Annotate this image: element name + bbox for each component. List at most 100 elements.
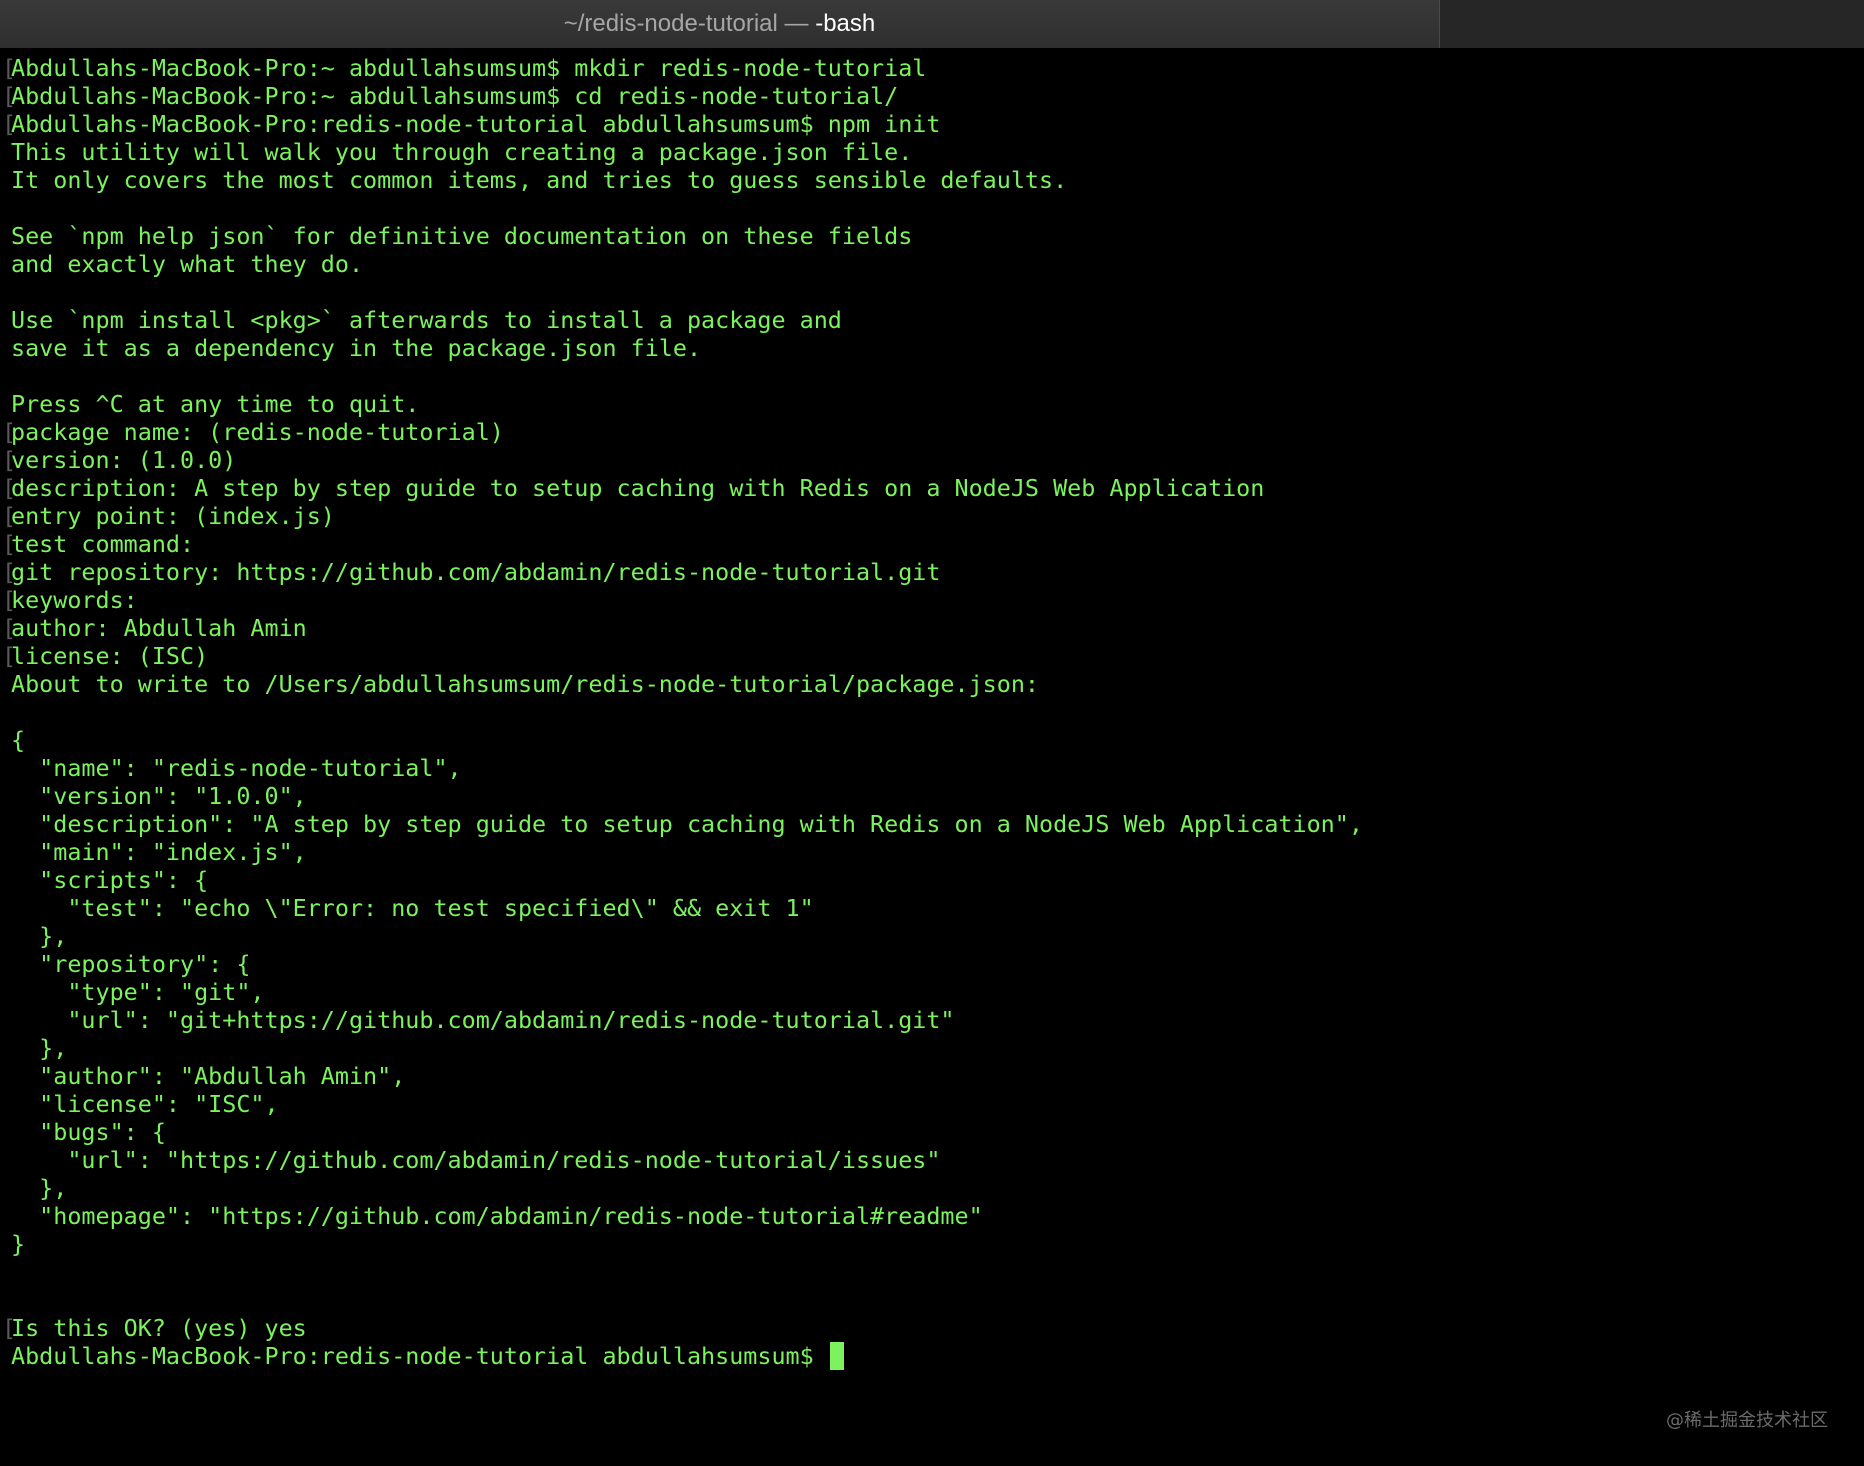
terminal-line: entry point: (index.js) (2, 502, 1862, 530)
line-mark (2, 614, 11, 642)
line-mark (2, 110, 11, 138)
terminal-line: "license": "ISC", (2, 1090, 1862, 1118)
line-text: This utility will walk you through creat… (11, 138, 913, 166)
terminal-line: "type": "git", (2, 978, 1862, 1006)
line-text: "bugs": { (11, 1118, 166, 1146)
line-text: "test": "echo \"Error: no test specified… (11, 894, 814, 922)
terminal-line: git repository: https://github.com/abdam… (2, 558, 1862, 586)
title-bar: ~/redis-node-tutorial — -bash (0, 0, 1864, 48)
line-text: test command: (11, 530, 195, 558)
text-cursor (829, 1342, 844, 1370)
line-text: "author": "Abdullah Amin", (11, 1062, 406, 1090)
terminal-line: "main": "index.js", (2, 838, 1862, 866)
terminal-line: }, (2, 1034, 1862, 1062)
line-mark (2, 82, 11, 110)
line-text: "url": "https://github.com/abdamin/redis… (11, 1146, 941, 1174)
line-mark (2, 54, 11, 82)
line-text: It only covers the most common items, an… (11, 166, 1068, 194)
terminal-window: ~/redis-node-tutorial — -bash Abdullahs-… (0, 0, 1864, 1466)
line-text: "homepage": "https://github.com/abdamin/… (11, 1202, 983, 1230)
line-text: "description": "A step by step guide to … (11, 810, 1363, 838)
line-mark (2, 586, 11, 614)
terminal-line: license: (ISC) (2, 642, 1862, 670)
line-text: Use `npm install <pkg>` afterwards to in… (11, 306, 842, 334)
terminal-line: "repository": { (2, 950, 1862, 978)
line-text: package name: (redis-node-tutorial) (11, 418, 504, 446)
terminal-line: "name": "redis-node-tutorial", (2, 754, 1862, 782)
window-title-separator: — (777, 10, 816, 37)
line-text: }, (11, 1174, 68, 1202)
terminal-line: Abdullahs-MacBook-Pro:~ abdullahsumsum$ … (2, 54, 1862, 82)
line-mark (2, 558, 11, 586)
terminal-line: } (2, 1230, 1862, 1258)
terminal-line: "scripts": { (2, 866, 1862, 894)
terminal-line: and exactly what they do. (2, 250, 1862, 278)
line-text: "name": "redis-node-tutorial", (11, 754, 462, 782)
line-text: version: (1.0.0) (11, 446, 237, 474)
prompt-line: Abdullahs-MacBook-Pro:redis-node-tutoria… (2, 1342, 1862, 1370)
line-mark (2, 530, 11, 558)
tab-bash[interactable]: ~/redis-node-tutorial — -bash (0, 0, 1440, 48)
line-text: "main": "index.js", (11, 838, 307, 866)
line-mark (2, 474, 11, 502)
terminal-line: "url": "https://github.com/abdamin/redis… (2, 1146, 1862, 1174)
tab-bar-empty-area[interactable] (1440, 0, 1864, 48)
terminal-line: keywords: (2, 586, 1862, 614)
terminal-line: Abdullahs-MacBook-Pro:~ abdullahsumsum$ … (2, 82, 1862, 110)
line-text: save it as a dependency in the package.j… (11, 334, 702, 362)
line-mark (2, 642, 11, 670)
terminal-line: "bugs": { (2, 1118, 1862, 1146)
line-text: { (11, 726, 26, 754)
window-title-path: ~/redis-node-tutorial (563, 10, 778, 37)
line-text: Abdullahs-MacBook-Pro:redis-node-tutoria… (11, 110, 941, 138)
line-text: entry point: (index.js) (11, 502, 335, 530)
line-mark (2, 418, 11, 446)
line-text: }, (11, 922, 68, 950)
terminal-line: { (2, 726, 1862, 754)
terminal-line: "description": "A step by step guide to … (2, 810, 1862, 838)
line-mark (2, 502, 11, 530)
terminal-line: "homepage": "https://github.com/abdamin/… (2, 1202, 1862, 1230)
line-text: Is this OK? (yes) yes (11, 1314, 307, 1342)
terminal-line: }, (2, 922, 1862, 950)
line-text: "url": "git+https://github.com/abdamin/r… (11, 1006, 955, 1034)
line-text: "version": "1.0.0", (11, 782, 307, 810)
terminal-line: About to write to /Users/abdullahsumsum/… (2, 670, 1862, 698)
terminal-line: Press ^C at any time to quit. (2, 390, 1862, 418)
terminal-line: Is this OK? (yes) yes (2, 1314, 1862, 1342)
line-text: Press ^C at any time to quit. (11, 390, 420, 418)
terminal-line: package name: (redis-node-tutorial) (2, 418, 1862, 446)
line-mark (2, 446, 11, 474)
terminal-line: version: (1.0.0) (2, 446, 1862, 474)
terminal-output[interactable]: Abdullahs-MacBook-Pro:~ abdullahsumsum$ … (2, 54, 1862, 1370)
terminal-line: See `npm help json` for definitive docum… (2, 222, 1862, 250)
line-mark (2, 1314, 11, 1342)
line-text: Abdullahs-MacBook-Pro:~ abdullahsumsum$ … (11, 54, 927, 82)
terminal-line: Use `npm install <pkg>` afterwards to in… (2, 306, 1862, 334)
line-text: and exactly what they do. (11, 250, 364, 278)
terminal-line: "test": "echo \"Error: no test specified… (2, 894, 1862, 922)
line-text: Abdullahs-MacBook-Pro:redis-node-tutoria… (11, 1342, 828, 1370)
terminal-line: description: A step by step guide to set… (2, 474, 1862, 502)
terminal-line: }, (2, 1174, 1862, 1202)
line-text: "repository": { (11, 950, 251, 978)
terminal-line: This utility will walk you through creat… (2, 138, 1862, 166)
line-text: See `npm help json` for definitive docum… (11, 222, 913, 250)
terminal-line: "author": "Abdullah Amin", (2, 1062, 1862, 1090)
line-text: "license": "ISC", (11, 1090, 279, 1118)
window-title-process: -bash (815, 10, 876, 37)
line-text: About to write to /Users/abdullahsumsum/… (11, 670, 1040, 698)
line-text: license: (ISC) (11, 642, 209, 670)
line-text: } (11, 1230, 26, 1258)
terminal-line: test command: (2, 530, 1862, 558)
terminal-line: Abdullahs-MacBook-Pro:redis-node-tutoria… (2, 110, 1862, 138)
terminal-line: save it as a dependency in the package.j… (2, 334, 1862, 362)
terminal-line: It only covers the most common items, an… (2, 166, 1862, 194)
terminal-line: "url": "git+https://github.com/abdamin/r… (2, 1006, 1862, 1034)
